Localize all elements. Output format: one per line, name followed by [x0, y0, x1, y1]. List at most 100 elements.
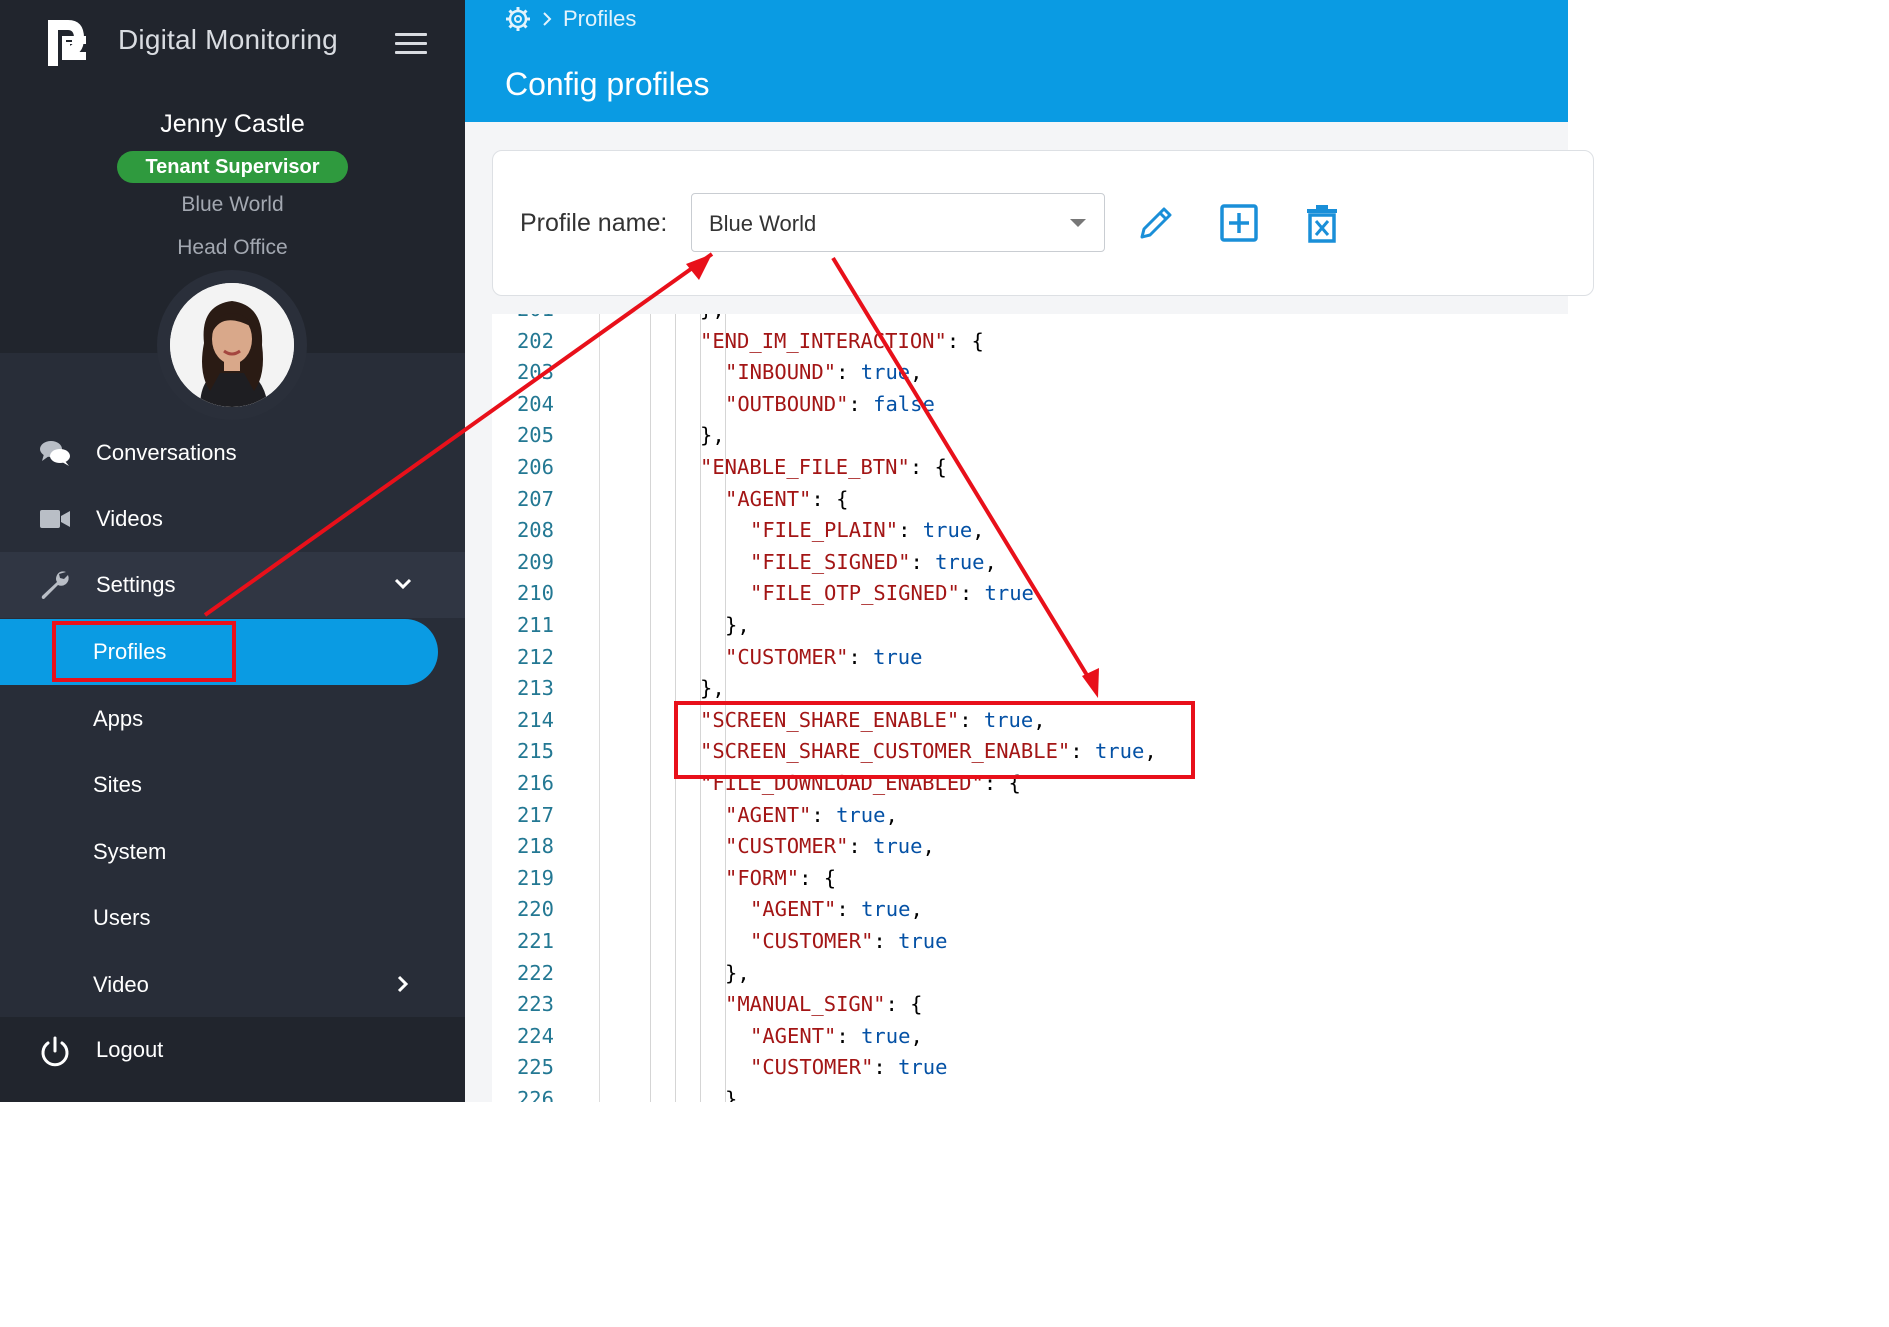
json-key: "ENABLE_FILE_BTN"	[700, 455, 910, 479]
json-punct: },	[725, 960, 750, 985]
line-number: 223	[516, 992, 554, 1017]
code-text: "AGENT": true,	[750, 1024, 923, 1048]
json-punct: ,	[1144, 739, 1157, 764]
nav-settings[interactable]: Settings	[0, 552, 465, 618]
code-text: "AGENT": true,	[725, 803, 898, 827]
nav-sub-profiles-label: Profiles	[93, 639, 167, 664]
code-line: 223 "MANUAL_SIGN": {	[492, 992, 1568, 1024]
gear-icon[interactable]	[505, 6, 531, 32]
code-text: }	[725, 1087, 737, 1102]
nav-logout-label: Logout	[96, 1037, 164, 1062]
code-text: "CUSTOMER": true,	[725, 834, 935, 858]
nav-sub-sites-label: Sites	[93, 772, 142, 797]
role-badge: Tenant Supervisor	[117, 151, 348, 183]
line-number: 209	[516, 549, 554, 574]
code-line: 208 "FILE_PLAIN": true,	[492, 518, 1568, 550]
json-key: "FILE_SIGNED"	[750, 549, 911, 574]
code-text: "OUTBOUND": false	[725, 392, 935, 416]
code-line: 209 "FILE_SIGNED": true,	[492, 550, 1568, 582]
menu-toggle-icon[interactable]	[395, 33, 427, 55]
code-line: 207 "AGENT": {	[492, 487, 1568, 519]
nav-sub-apps[interactable]: Apps	[0, 686, 465, 752]
code-text: "SCREEN_SHARE_ENABLE": true,	[700, 708, 1046, 732]
edit-pencil-icon[interactable]	[1136, 203, 1176, 243]
json-key: "AGENT"	[750, 897, 837, 922]
code-line: 215 "SCREEN_SHARE_CUSTOMER_ENABLE": true,	[492, 739, 1568, 771]
line-number: 222	[516, 960, 554, 985]
line-number: 216	[516, 771, 554, 795]
json-key: "FILE_OTP_SIGNED"	[750, 581, 960, 606]
line-number: 224	[516, 1023, 554, 1048]
wrench-icon	[41, 571, 69, 599]
json-value: true	[898, 929, 948, 953]
json-key: "MANUAL_SIGN"	[725, 992, 886, 1017]
code-text: },	[725, 613, 750, 637]
avatar[interactable]	[170, 283, 294, 407]
code-text: "CUSTOMER": true	[750, 929, 947, 953]
json-punct: ,	[885, 802, 898, 827]
json-punct: :	[873, 1055, 899, 1080]
code-line: 221 "CUSTOMER": true	[492, 929, 1568, 961]
main-content: Profile name: Blue World 201},202"END_IM…	[465, 122, 1594, 1102]
nav-logout[interactable]: Logout	[0, 1017, 465, 1102]
nav-videos[interactable]: Videos	[0, 486, 465, 552]
line-number: 215	[516, 739, 554, 764]
line-number: 210	[516, 581, 554, 606]
nav-videos-label: Videos	[96, 506, 163, 531]
code-line: 211},	[492, 613, 1568, 645]
profile-select[interactable]: Blue World	[691, 193, 1105, 252]
nav-sub-users[interactable]: Users	[0, 885, 465, 951]
json-value: true	[873, 834, 923, 859]
json-punct: },	[725, 613, 750, 637]
video-camera-icon	[40, 510, 70, 528]
avatar-portrait-icon	[170, 283, 294, 407]
json-key: "INBOUND"	[725, 360, 837, 385]
nav-conversations[interactable]: Conversations	[0, 420, 465, 486]
code-editor[interactable]: 201},202"END_IM_INTERACTION": {203"INBOU…	[492, 314, 1568, 1102]
json-value: true	[922, 518, 973, 543]
add-square-icon[interactable]	[1219, 203, 1259, 243]
app-logo-icon	[48, 20, 86, 66]
json-value: true	[983, 707, 1034, 732]
office-name: Head Office	[177, 236, 288, 259]
breadcrumb-current[interactable]: Profiles	[563, 6, 636, 32]
code-text: "INBOUND": true,	[725, 360, 923, 384]
line-number: 212	[516, 644, 554, 669]
chevron-right-icon[interactable]	[393, 974, 413, 994]
code-line: 224 "AGENT": true,	[492, 1024, 1568, 1056]
json-punct: ,	[910, 1023, 923, 1048]
nav-sub-sites[interactable]: Sites	[0, 752, 465, 818]
json-key: "SCREEN_SHARE_ENABLE"	[700, 707, 960, 732]
json-punct: : {	[885, 992, 923, 1017]
json-value: true	[860, 360, 911, 385]
json-punct: :	[1070, 739, 1095, 764]
code-line: 205},	[492, 423, 1568, 455]
json-punct: :	[848, 391, 874, 416]
nav-sub-video[interactable]: Video	[0, 952, 465, 1018]
json-value: false	[873, 391, 935, 416]
json-key: "CUSTOMER"	[725, 834, 849, 859]
json-punct: :	[836, 897, 862, 922]
json-punct: : {	[799, 865, 837, 890]
user-name: Jenny Castle	[160, 110, 305, 138]
line-number: 219	[516, 865, 554, 890]
nav-sub-system[interactable]: System	[0, 819, 465, 885]
json-punct: ,	[984, 549, 997, 574]
delete-trash-icon[interactable]	[1302, 203, 1342, 243]
code-line: 216 "FILE_DOWNLOAD_ENABLED": {	[492, 771, 1568, 803]
json-punct: :	[959, 707, 984, 732]
line-number: 225	[516, 1055, 554, 1080]
chevron-down-icon[interactable]	[393, 574, 413, 594]
code-line: 206 "ENABLE_FILE_BTN": {	[492, 455, 1568, 487]
nav-sub-users-label: Users	[93, 905, 151, 930]
line-number: 206	[516, 455, 554, 479]
json-punct: }	[725, 1087, 738, 1102]
code-text: "ENABLE_FILE_BTN": {	[700, 455, 947, 479]
line-number: 226	[516, 1087, 554, 1102]
json-punct: ,	[972, 518, 985, 543]
line-number: 220	[516, 897, 554, 922]
nav-settings-label: Settings	[96, 572, 176, 597]
code-line: 225 "CUSTOMER": true	[492, 1055, 1568, 1087]
chat-bubbles-icon	[40, 441, 70, 466]
nav-sub-profiles[interactable]: Profiles	[0, 619, 465, 685]
